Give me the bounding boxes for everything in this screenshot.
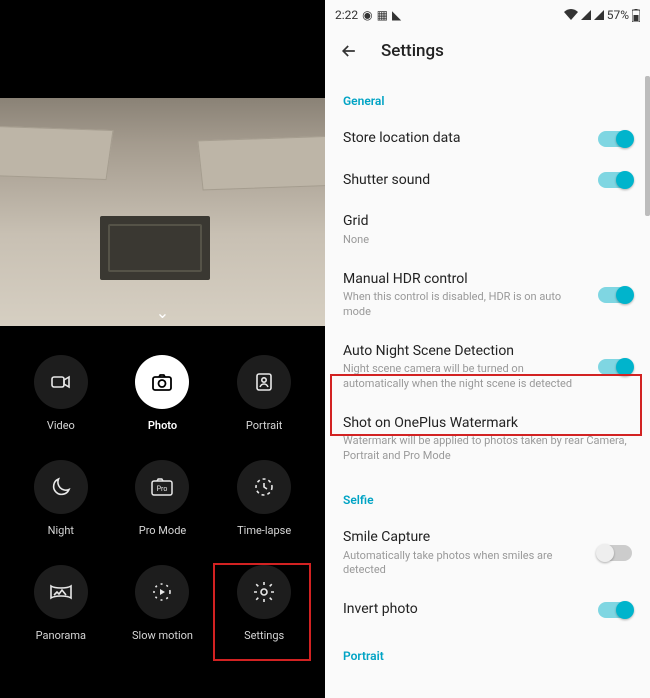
row-auto-night[interactable]: Auto Night Scene Detection Night scene c… xyxy=(343,331,632,403)
row-label: Shot on OnePlus Watermark xyxy=(343,415,632,433)
status-time: 2:22 xyxy=(335,8,358,22)
wifi-icon xyxy=(564,9,578,21)
mode-label: Settings xyxy=(244,629,284,642)
toggle-store-location[interactable] xyxy=(598,131,632,147)
row-label: Auto Night Scene Detection xyxy=(343,343,588,361)
row-sub: Watermark will be applied to photos take… xyxy=(343,434,632,463)
row-label: Invert photo xyxy=(343,601,588,619)
mode-label: Slow motion xyxy=(132,629,193,642)
battery-icon xyxy=(632,9,640,22)
mode-label: Portrait xyxy=(246,419,283,432)
row-sub: When this control is disabled, HDR is on… xyxy=(343,290,588,319)
timelapse-icon xyxy=(237,460,291,514)
signal-icon xyxy=(594,10,604,20)
mode-night[interactable]: Night xyxy=(14,460,108,537)
mode-label: Panorama xyxy=(36,629,86,642)
camera-modes-panel: ⌄ Video Photo Portrait Night xyxy=(0,0,325,698)
portrait-icon xyxy=(237,355,291,409)
mode-portrait[interactable]: Portrait xyxy=(217,355,311,432)
row-sub: Night scene camera will be turned on aut… xyxy=(343,362,588,391)
slowmo-icon xyxy=(135,565,189,619)
mode-label: Video xyxy=(47,419,75,432)
row-grid[interactable]: Grid None xyxy=(343,201,632,259)
row-invert-photo[interactable]: Invert photo xyxy=(343,589,632,631)
mode-photo[interactable]: Photo xyxy=(116,355,210,432)
mode-label: Time-lapse xyxy=(237,524,291,537)
row-label: Grid xyxy=(343,213,632,231)
row-sub: None xyxy=(343,233,632,247)
battery-text: 57% xyxy=(607,8,629,22)
chevron-down-icon[interactable]: ⌄ xyxy=(156,303,169,322)
row-manual-hdr[interactable]: Manual HDR control When this control is … xyxy=(343,259,632,331)
image-icon: ▦ xyxy=(377,8,388,22)
mode-label: Pro Mode xyxy=(139,524,186,537)
scrollbar[interactable] xyxy=(645,76,650,216)
tag-icon: ◣ xyxy=(392,8,401,22)
app-bar: Settings xyxy=(325,26,650,76)
toggle-invert-photo[interactable] xyxy=(598,602,632,618)
toggle-auto-night[interactable] xyxy=(598,359,632,375)
status-bar: 2:22 ◉ ▦ ◣ 57% xyxy=(325,0,650,26)
row-smile-capture[interactable]: Smile Capture Automatically take photos … xyxy=(343,517,632,589)
mode-settings[interactable]: Settings xyxy=(217,565,311,642)
panorama-icon xyxy=(34,565,88,619)
mode-slowmotion[interactable]: Slow motion xyxy=(116,565,210,642)
signal-icon xyxy=(581,10,591,20)
camera-viewfinder: ⌄ xyxy=(0,98,325,326)
mode-timelapse[interactable]: Time-lapse xyxy=(217,460,311,537)
camera-icon xyxy=(135,355,189,409)
mode-panorama[interactable]: Panorama xyxy=(14,565,108,642)
settings-screen: 2:22 ◉ ▦ ◣ 57% Settings G xyxy=(325,0,650,698)
mode-label: Night xyxy=(48,524,74,537)
toggle-shutter-sound[interactable] xyxy=(598,172,632,188)
row-label: Smile Capture xyxy=(343,529,588,547)
mode-label: Photo xyxy=(148,419,177,432)
row-label: Shutter sound xyxy=(343,172,588,190)
mode-grid: Video Photo Portrait Night Pro Pro Mode xyxy=(0,355,325,642)
section-header-portrait: Portrait xyxy=(343,631,632,673)
mode-video[interactable]: Video xyxy=(14,355,108,432)
section-header-general: General xyxy=(343,76,632,118)
section-header-selfie: Selfie xyxy=(343,475,632,517)
row-watermark[interactable]: Shot on OnePlus Watermark Watermark will… xyxy=(343,403,632,475)
page-title: Settings xyxy=(381,41,444,61)
mode-pro[interactable]: Pro Pro Mode xyxy=(116,460,210,537)
toggle-smile-capture[interactable] xyxy=(598,545,632,561)
row-store-location[interactable]: Store location data xyxy=(343,118,632,160)
gear-icon xyxy=(237,565,291,619)
pro-icon: Pro xyxy=(135,460,189,514)
settings-list[interactable]: General Store location data Shutter soun… xyxy=(325,76,650,698)
video-icon xyxy=(34,355,88,409)
row-label: Manual HDR control xyxy=(343,271,588,289)
row-shutter-sound[interactable]: Shutter sound xyxy=(343,160,632,202)
row-label: Store location data xyxy=(343,130,588,148)
svg-text:Pro: Pro xyxy=(157,485,168,493)
back-icon[interactable] xyxy=(339,41,359,61)
location-icon: ◉ xyxy=(362,8,372,22)
toggle-manual-hdr[interactable] xyxy=(598,287,632,303)
row-sub: Automatically take photos when smiles ar… xyxy=(343,549,588,578)
moon-icon xyxy=(34,460,88,514)
